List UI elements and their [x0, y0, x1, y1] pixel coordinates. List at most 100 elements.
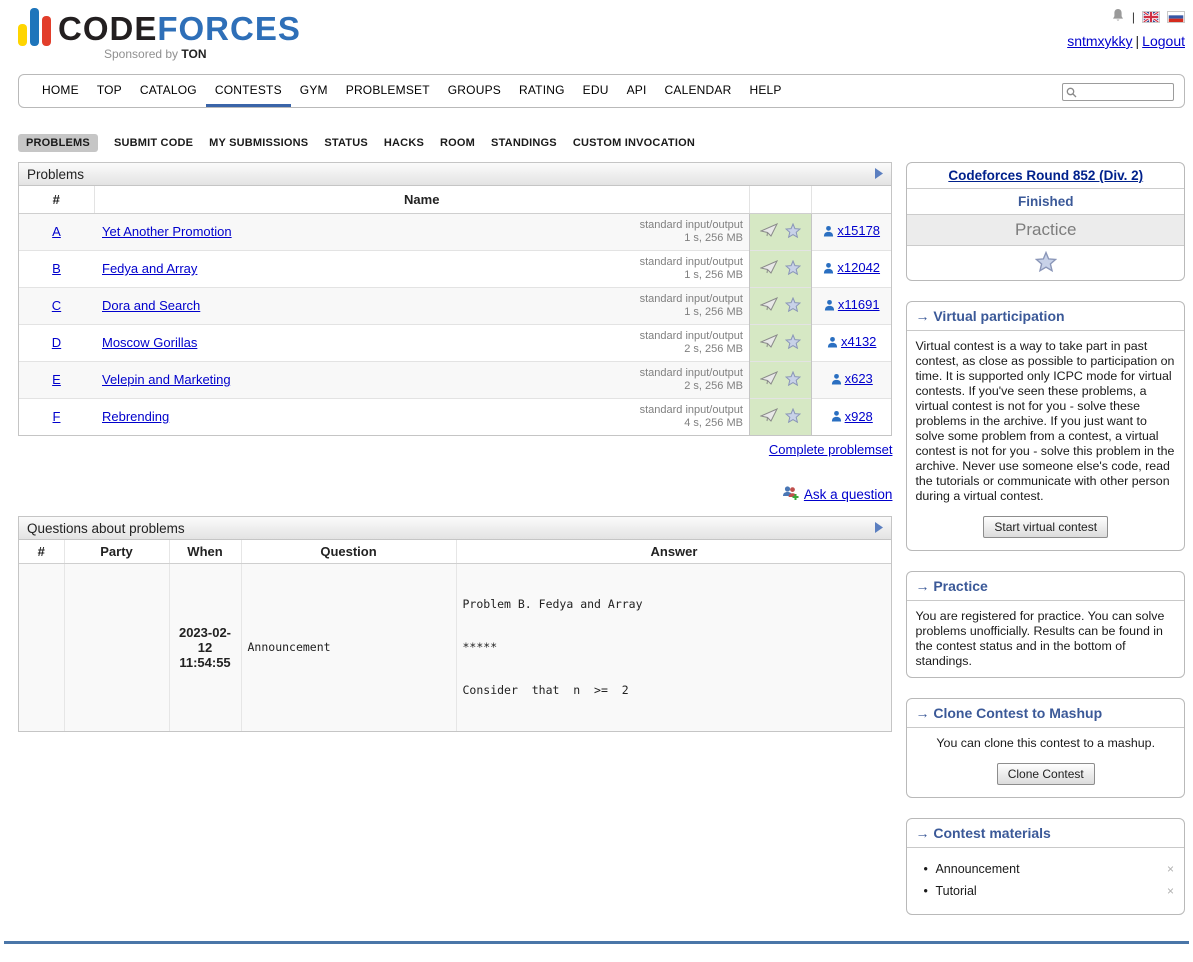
tab-submit-code[interactable]: SUBMIT CODE [114, 137, 193, 149]
problem-limits: standard input/output1 s, 256 MB [640, 293, 743, 319]
problem-letter-link[interactable]: C [52, 298, 61, 313]
lang-ru-flag-icon[interactable] [1167, 11, 1185, 23]
nav-item-gym[interactable]: GYM [291, 76, 337, 107]
tab-custom-invocation[interactable]: CUSTOM INVOCATION [573, 137, 695, 149]
table-row: E Velepin and Marketingstandard input/ou… [19, 361, 891, 398]
contest-favourite-star-icon[interactable] [1035, 260, 1057, 275]
virtual-participation-text: Virtual contest is a way to take part in… [907, 331, 1184, 512]
tab-problems[interactable]: PROBLEMS [18, 134, 98, 152]
contest-mode-label: Practice [907, 214, 1184, 245]
submit-plane-icon[interactable] [760, 408, 778, 426]
lang-en-flag-icon[interactable] [1142, 11, 1160, 23]
nav-item-top[interactable]: TOP [88, 76, 131, 107]
problem-name-link[interactable]: Dora and Search [102, 298, 200, 313]
nav-item-home[interactable]: HOME [33, 76, 88, 107]
ask-question-link[interactable]: Ask a question [804, 487, 893, 502]
submit-plane-icon[interactable] [760, 223, 778, 241]
material-tutorial-link[interactable]: Tutorial [935, 884, 976, 898]
nav-item-problemset[interactable]: PROBLEMSET [337, 76, 439, 107]
main-menu: HOME TOP CATALOG CONTESTS GYM PROBLEMSET… [18, 74, 1185, 108]
favourite-star-icon[interactable] [785, 371, 801, 389]
nav-item-help[interactable]: HELP [740, 76, 790, 107]
problem-limits: standard input/output2 s, 256 MB [640, 330, 743, 356]
problem-letter-link[interactable]: E [52, 372, 61, 387]
close-icon[interactable]: × [1167, 884, 1174, 898]
notifications-bell-icon[interactable] [1111, 8, 1125, 26]
solved-count-link[interactable]: x11691 [824, 297, 880, 312]
person-icon [823, 225, 834, 237]
solved-count-link[interactable]: x4132 [827, 334, 876, 349]
nav-item-rating[interactable]: RATING [510, 76, 574, 107]
favourite-star-icon[interactable] [785, 334, 801, 352]
favourite-star-icon[interactable] [785, 297, 801, 315]
problem-name-link[interactable]: Rebrending [102, 409, 169, 424]
submit-plane-icon[interactable] [760, 297, 778, 315]
favourite-star-icon[interactable] [785, 260, 801, 278]
close-icon[interactable]: × [1167, 862, 1174, 876]
favourite-star-icon[interactable] [785, 408, 801, 426]
start-virtual-contest-button[interactable]: Start virtual contest [983, 516, 1108, 538]
user-links-separator: | [1136, 33, 1140, 49]
nav-item-contests[interactable]: CONTESTS [206, 76, 291, 107]
logo-text: CODEFORCES [58, 12, 301, 46]
tab-room[interactable]: ROOM [440, 137, 475, 149]
question-row: 2023-02-12 11:54:55 Announcement Problem… [19, 563, 891, 731]
problem-name-link[interactable]: Moscow Gorillas [102, 335, 197, 350]
nav-item-api[interactable]: API [618, 76, 656, 107]
practice-title: → Practice [907, 572, 1184, 601]
nav-item-calendar[interactable]: CALENDAR [656, 76, 741, 107]
tab-my-submissions[interactable]: MY SUBMISSIONS [209, 137, 308, 149]
problem-limits: standard input/output4 s, 256 MB [640, 404, 743, 430]
contest-title-link[interactable]: Codeforces Round 852 (Div. 2) [948, 168, 1143, 183]
col-header-index: # [19, 186, 94, 213]
collapse-arrow-icon[interactable] [875, 521, 883, 536]
search-input[interactable] [1080, 86, 1170, 98]
q-col-question: Question [241, 540, 456, 563]
questions-table: # Party When Question Answer 2023-02-12 … [19, 540, 891, 731]
col-header-name: Name [94, 186, 749, 213]
table-row: D Moscow Gorillas standard input/output2 … [19, 324, 891, 361]
logout-link[interactable]: Logout [1142, 33, 1185, 49]
username-link[interactable]: sntmxykky [1067, 33, 1132, 49]
codeforces-logo[interactable]: CODEFORCES Sponsored by TON [18, 8, 301, 61]
logo-sponsor-text: Sponsored by TON [104, 47, 301, 61]
user-links: sntmxykky|Logout [1067, 33, 1185, 49]
problem-name-link[interactable]: Yet Another Promotion [102, 224, 232, 239]
questions-caption: Questions about problems [19, 517, 891, 540]
problem-limits: standard input/output1 s, 256 MB [640, 219, 743, 245]
submit-plane-icon[interactable] [760, 260, 778, 278]
material-announcement-link[interactable]: Announcement [935, 862, 1019, 876]
solved-count-link[interactable]: x12042 [823, 260, 880, 275]
nav-item-groups[interactable]: GROUPS [439, 76, 510, 107]
solved-count-link[interactable]: x928 [831, 409, 873, 424]
tab-standings[interactable]: STANDINGS [491, 137, 557, 149]
problem-letter-link[interactable]: A [52, 224, 61, 239]
virtual-participation-title: → Virtual participation [907, 302, 1184, 331]
question-when: 2023-02-12 11:54:55 [169, 563, 241, 731]
problem-name-link[interactable]: Fedya and Array [102, 261, 197, 276]
question-text: Announcement [241, 563, 456, 731]
footer-divider [4, 941, 1189, 944]
solved-count-link[interactable]: x15178 [823, 223, 880, 238]
complete-problemset-link[interactable]: Complete problemset [769, 442, 893, 457]
nav-item-edu[interactable]: EDU [574, 76, 618, 107]
problem-letter-link[interactable]: F [53, 409, 61, 424]
tab-hacks[interactable]: HACKS [384, 137, 424, 149]
virtual-participation-box: → Virtual participation Virtual contest … [906, 301, 1185, 551]
favourite-star-icon[interactable] [785, 223, 801, 241]
problem-name-link[interactable]: Velepin and Marketing [102, 372, 231, 387]
submit-plane-icon[interactable] [760, 334, 778, 352]
header-separator: | [1132, 10, 1135, 24]
clone-contest-title: → Clone Contest to Mashup [907, 699, 1184, 728]
nav-item-catalog[interactable]: CATALOG [131, 76, 206, 107]
collapse-arrow-icon[interactable] [875, 167, 883, 182]
clone-contest-button[interactable]: Clone Contest [997, 763, 1095, 785]
contest-tabs: PROBLEMS SUBMIT CODE MY SUBMISSIONS STAT… [18, 134, 1175, 152]
submit-plane-icon[interactable] [760, 371, 778, 389]
problem-letter-link[interactable]: D [52, 335, 61, 350]
solved-count-link[interactable]: x623 [831, 371, 873, 386]
problem-letter-link[interactable]: B [52, 261, 61, 276]
tab-status[interactable]: STATUS [324, 137, 368, 149]
contest-status-label: Finished [907, 188, 1184, 214]
question-index [19, 563, 64, 731]
